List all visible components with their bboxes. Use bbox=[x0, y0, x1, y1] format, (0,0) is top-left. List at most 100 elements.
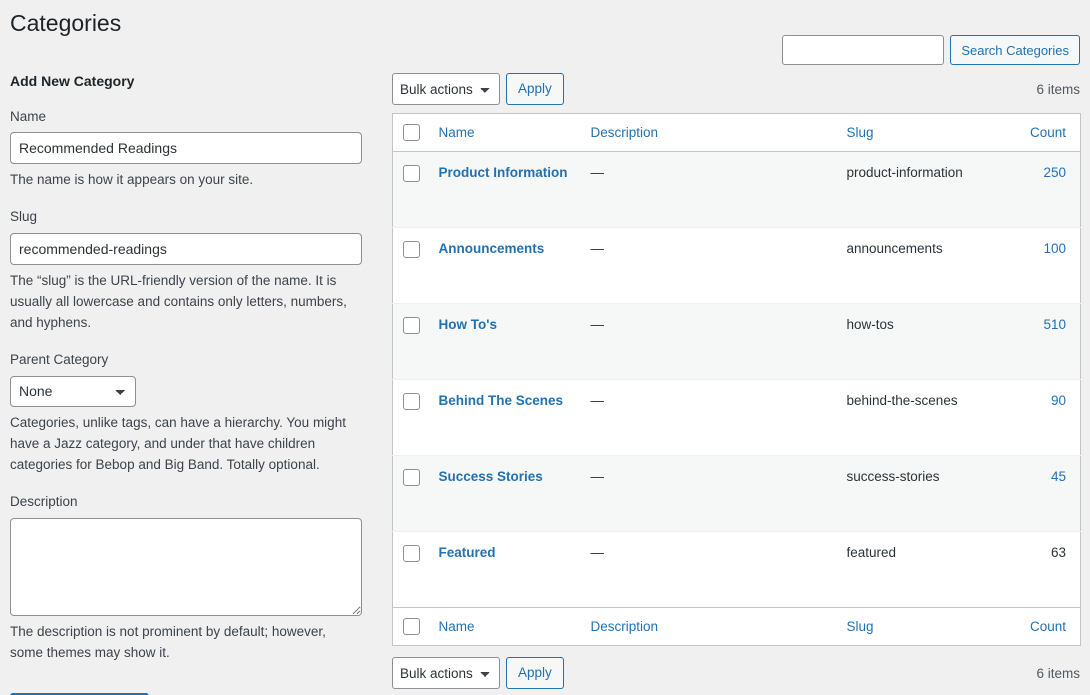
row-checkbox[interactable] bbox=[403, 165, 420, 182]
category-slug-text: how-tos bbox=[847, 317, 894, 332]
description-label: Description bbox=[10, 493, 362, 512]
row-select-cell bbox=[393, 228, 429, 304]
slug-help-text: The “slug” is the URL-friendly version o… bbox=[10, 271, 362, 334]
column-footer-slug[interactable]: Slug bbox=[837, 608, 995, 646]
category-description-text: — bbox=[591, 165, 605, 180]
table-row: How To's — how-tos 510 bbox=[393, 304, 1081, 380]
row-slug-cell: behind-the-scenes bbox=[837, 380, 995, 456]
categories-page: Categories Search Categories Add New Cat… bbox=[0, 0, 1090, 695]
category-description-text: — bbox=[591, 545, 605, 560]
row-checkbox[interactable] bbox=[403, 241, 420, 258]
column-header-slug[interactable]: Slug bbox=[837, 114, 995, 152]
row-name-cell: Announcements bbox=[429, 228, 581, 304]
search-input[interactable] bbox=[782, 35, 944, 65]
row-description-cell: — bbox=[581, 228, 837, 304]
category-description-text: — bbox=[591, 393, 605, 408]
row-count-cell: 63 bbox=[995, 532, 1081, 608]
name-input[interactable] bbox=[10, 132, 362, 164]
row-count-cell: 100 bbox=[995, 228, 1081, 304]
column-footer-description[interactable]: Description bbox=[581, 608, 837, 646]
column-header-name[interactable]: Name bbox=[429, 114, 581, 152]
select-all-header bbox=[393, 114, 429, 152]
description-textarea[interactable] bbox=[10, 518, 362, 616]
category-slug-text: product-information bbox=[847, 165, 963, 180]
row-count-cell: 45 bbox=[995, 456, 1081, 532]
add-new-category-form: Add New Category Name The name is how it… bbox=[10, 72, 362, 695]
row-slug-cell: success-stories bbox=[837, 456, 995, 532]
row-select-cell bbox=[393, 380, 429, 456]
category-name-link[interactable]: Behind The Scenes bbox=[439, 393, 564, 408]
category-count-link[interactable]: 100 bbox=[1043, 241, 1066, 256]
category-description-text: — bbox=[591, 241, 605, 256]
parent-category-field-block: Parent Category None Categories, unlike … bbox=[10, 351, 362, 476]
category-name-link[interactable]: Success Stories bbox=[439, 469, 543, 484]
row-name-cell: Product Information bbox=[429, 152, 581, 228]
table-footer-row: Name Description Slug Count bbox=[393, 608, 1081, 646]
row-select-cell bbox=[393, 152, 429, 228]
name-field-block: Name The name is how it appears on your … bbox=[10, 108, 362, 192]
table-row: Announcements — announcements 100 bbox=[393, 228, 1081, 304]
table-row: Featured — featured 63 bbox=[393, 532, 1081, 608]
column-header-description[interactable]: Description bbox=[581, 114, 837, 152]
slug-input[interactable] bbox=[10, 233, 362, 265]
form-heading: Add New Category bbox=[10, 72, 362, 92]
category-count-link[interactable]: 510 bbox=[1043, 317, 1066, 332]
name-label: Name bbox=[10, 108, 362, 127]
row-checkbox[interactable] bbox=[403, 317, 420, 334]
parent-category-select[interactable]: None bbox=[10, 376, 136, 407]
row-name-cell: Success Stories bbox=[429, 456, 581, 532]
row-select-cell bbox=[393, 456, 429, 532]
category-count-link[interactable]: 250 bbox=[1043, 165, 1066, 180]
category-description-text: — bbox=[591, 469, 605, 484]
select-all-checkbox-top[interactable] bbox=[403, 124, 420, 141]
select-all-footer bbox=[393, 608, 429, 646]
row-description-cell: — bbox=[581, 456, 837, 532]
select-all-checkbox-bottom[interactable] bbox=[403, 618, 420, 635]
category-slug-text: behind-the-scenes bbox=[847, 393, 958, 408]
category-slug-text: success-stories bbox=[847, 469, 940, 484]
slug-label: Slug bbox=[10, 208, 362, 227]
category-count-text: 63 bbox=[1051, 545, 1066, 560]
category-name-link[interactable]: How To's bbox=[439, 317, 497, 332]
apply-button-bottom[interactable]: Apply bbox=[506, 657, 564, 689]
row-checkbox[interactable] bbox=[403, 469, 420, 486]
description-help-text: The description is not prominent by defa… bbox=[10, 622, 362, 664]
category-description-text: — bbox=[591, 317, 605, 332]
row-name-cell: How To's bbox=[429, 304, 581, 380]
table-header-row: Name Description Slug Count bbox=[393, 114, 1081, 152]
apply-button-top[interactable]: Apply bbox=[506, 73, 564, 105]
column-footer-name[interactable]: Name bbox=[429, 608, 581, 646]
name-help-text: The name is how it appears on your site. bbox=[10, 170, 362, 191]
row-slug-cell: product-information bbox=[837, 152, 995, 228]
row-description-cell: — bbox=[581, 304, 837, 380]
category-count-link[interactable]: 90 bbox=[1051, 393, 1066, 408]
category-name-link[interactable]: Announcements bbox=[439, 241, 545, 256]
row-slug-cell: how-tos bbox=[837, 304, 995, 380]
row-checkbox[interactable] bbox=[403, 393, 420, 410]
items-count-bottom: 6 items bbox=[1036, 666, 1080, 681]
category-slug-text: featured bbox=[847, 545, 897, 560]
column-header-count[interactable]: Count bbox=[995, 114, 1081, 152]
table-row: Behind The Scenes — behind-the-scenes 90 bbox=[393, 380, 1081, 456]
row-description-cell: — bbox=[581, 380, 837, 456]
column-footer-count[interactable]: Count bbox=[995, 608, 1081, 646]
category-slug-text: announcements bbox=[847, 241, 943, 256]
category-name-link[interactable]: Featured bbox=[439, 545, 496, 560]
tablenav-top: Bulk actions Apply 6 items bbox=[392, 72, 1080, 106]
items-count-top: 6 items bbox=[1036, 82, 1080, 97]
row-checkbox[interactable] bbox=[403, 545, 420, 562]
row-description-cell: — bbox=[581, 532, 837, 608]
bulk-actions-select-bottom[interactable]: Bulk actions bbox=[392, 657, 500, 689]
parent-category-help-text: Categories, unlike tags, can have a hier… bbox=[10, 413, 362, 476]
table-header: Name Description Slug Count bbox=[393, 114, 1081, 152]
search-categories-button[interactable]: Search Categories bbox=[950, 35, 1080, 65]
row-count-cell: 510 bbox=[995, 304, 1081, 380]
row-count-cell: 90 bbox=[995, 380, 1081, 456]
category-list-panel: Bulk actions Apply 6 items Name Descript… bbox=[392, 72, 1080, 690]
table-footer: Name Description Slug Count bbox=[393, 608, 1081, 646]
row-name-cell: Behind The Scenes bbox=[429, 380, 581, 456]
row-slug-cell: announcements bbox=[837, 228, 995, 304]
category-count-link[interactable]: 45 bbox=[1051, 469, 1066, 484]
bulk-actions-select-top[interactable]: Bulk actions bbox=[392, 73, 500, 105]
category-name-link[interactable]: Product Information bbox=[439, 165, 568, 180]
